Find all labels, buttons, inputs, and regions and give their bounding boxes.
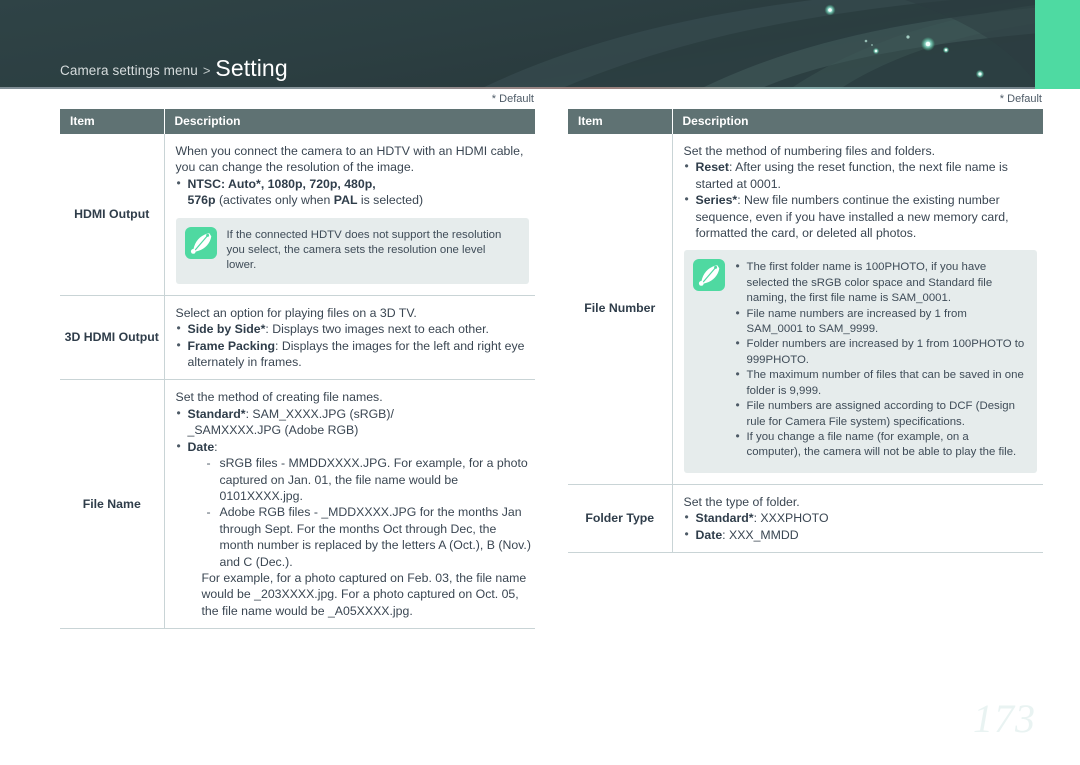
table-header-row: Item Description: [568, 109, 1043, 134]
lead-text: Set the type of folder.: [683, 494, 800, 509]
list-item: File numbers are assigned according to D…: [735, 398, 1027, 430]
option-label-576p: 576p: [187, 193, 216, 208]
lead-text: When you connect the camera to an HDTV w…: [175, 144, 524, 175]
row-description-file-name: Set the method of creating file names. S…: [164, 379, 535, 630]
option-label-date: Date: [187, 439, 215, 454]
row-description-3d-hdmi-output: Select an option for playing files on a …: [164, 295, 535, 381]
row-item-file-number: File Number: [568, 134, 673, 485]
right-column: * Default Item Description File Number S…: [568, 89, 1043, 553]
column-header-description: Description: [164, 109, 535, 134]
row-item-3d-hdmi-output: 3D HDMI Output: [60, 295, 165, 381]
note-box-hdmi: If the connected HDTV does not support t…: [175, 217, 529, 284]
banner-green-panel: [1035, 0, 1080, 89]
option-list: Side by Side*: Displays two images next …: [176, 320, 532, 371]
table-row: HDMI Output When you connect the camera …: [60, 134, 535, 296]
default-note-right: * Default: [999, 93, 1042, 105]
row-description-file-number: Set the method of numbering files and fo…: [672, 134, 1043, 485]
option-label-standard: Standard*: [695, 511, 754, 526]
option-text-standard: : XXXPHOTO: [753, 511, 829, 526]
row-description-hdmi-output: When you connect the camera to an HDTV w…: [164, 134, 535, 296]
list-item: The maximum number of files that can be …: [735, 367, 1027, 399]
option-label-reset: Reset: [695, 160, 730, 175]
sub-option-adobe-rgb-continued: For example, for a photo captured on Feb…: [201, 570, 527, 618]
column-header-item: Item: [568, 109, 673, 134]
list-item: Adobe RGB files - _MDDXXXX.JPG for the m…: [206, 504, 532, 570]
list-item: Series*: New file numbers continue the e…: [684, 191, 1040, 241]
option-label-series: Series*: [695, 193, 738, 208]
option-text-date: : XXX_MMDD: [722, 527, 799, 542]
lead-text: Set the method of creating file names.: [175, 390, 383, 405]
lead-text: Select an option for playing files on a …: [175, 305, 417, 320]
quill-icon-glyph: [698, 265, 719, 287]
list-item: Date: XXX_MMDD: [684, 526, 1040, 543]
option-values-ntsc: , 1080p, 720p, 480p,: [260, 176, 376, 191]
default-note-left: * Default: [491, 93, 534, 105]
column-header-description: Description: [672, 109, 1043, 134]
list-item: Standard*: XXXPHOTO: [684, 509, 1040, 526]
option-label-ntsc: NTSC: Auto*: [187, 176, 261, 191]
option-label-pal: PAL: [333, 193, 358, 208]
option-list: Reset: After using the reset function, t…: [684, 158, 1040, 241]
option-list: Standard*: SAM_XXXX.JPG (sRGB)/ _SAMXXXX…: [176, 405, 532, 619]
page-number: 173: [973, 696, 1036, 741]
column-header-item: Item: [60, 109, 165, 134]
breadcrumb-path: Camera settings menu: [60, 63, 198, 78]
breadcrumb: Camera settings menu > Setting: [60, 54, 288, 81]
quill-icon: [692, 259, 725, 292]
list-item: If you change a file name (for example, …: [735, 429, 1027, 461]
option-text-576p-mid: (activates only when: [215, 193, 334, 208]
page-body: * Default Item Description HDMI Output W…: [0, 89, 1080, 765]
list-item: Date: sRGB files - MMDDXXXX.JPG. For exa…: [176, 438, 532, 619]
option-text-standard-line2: _SAMXXXX.JPG (Adobe RGB): [187, 423, 359, 438]
option-text-side-by-side: : Displays two images next to each other…: [265, 322, 489, 337]
list-item: NTSC: Auto*, 1080p, 720p, 480p, 576p (ac…: [176, 175, 532, 209]
list-item: Reset: After using the reset function, t…: [684, 158, 1040, 192]
page-title: Setting: [215, 55, 288, 81]
row-description-folder-type: Set the type of folder. Standard*: XXXPH…: [672, 484, 1043, 553]
row-item-folder-type: Folder Type: [568, 484, 673, 553]
table-header-row: Item Description: [60, 109, 535, 134]
quill-icon: [184, 226, 217, 259]
list-item: The first folder name is 100PHOTO, if yo…: [735, 259, 1027, 306]
table-row: File Number Set the method of numbering …: [568, 134, 1043, 485]
table-row: File Name Set the method of creating fil…: [60, 379, 535, 630]
page-banner: Camera settings menu > Setting: [0, 0, 1080, 89]
list-item: Standard*: SAM_XXXX.JPG (sRGB)/ _SAMXXXX…: [176, 405, 532, 439]
option-text-standard: : SAM_XXXX.JPG (sRGB)/: [245, 406, 394, 421]
breadcrumb-separator: >: [202, 63, 211, 78]
row-item-hdmi-output: HDMI Output: [60, 134, 165, 296]
table-row: 3D HDMI Output Select an option for play…: [60, 295, 535, 381]
option-label-date: Date: [695, 527, 723, 542]
sub-option-srgb: sRGB files - MMDDXXXX.JPG. For example, …: [219, 456, 528, 503]
option-list: NTSC: Auto*, 1080p, 720p, 480p, 576p (ac…: [176, 175, 532, 209]
settings-table-left: Item Description HDMI Output When you co…: [60, 109, 535, 630]
option-text-576p-end: is selected): [357, 193, 424, 208]
option-text-reset: : After using the reset function, the ne…: [695, 160, 1008, 191]
option-label-side-by-side: Side by Side*: [187, 322, 266, 337]
note-list: The first folder name is 100PHOTO, if yo…: [735, 259, 1027, 461]
table-row: Folder Type Set the type of folder. Stan…: [568, 484, 1043, 553]
sub-option-adobe-rgb: Adobe RGB files - _MDDXXXX.JPG for the m…: [219, 505, 531, 569]
list-item: sRGB files - MMDDXXXX.JPG. For example, …: [206, 455, 532, 504]
note-text-file-number: The first folder name is 100PHOTO, if yo…: [735, 259, 1027, 460]
quill-icon-glyph: [190, 232, 211, 254]
option-list: Standard*: XXXPHOTO Date: XXX_MMDD: [684, 509, 1040, 543]
note-text-hdmi: If the connected HDTV does not support t…: [226, 228, 502, 272]
note-box-file-number: The first folder name is 100PHOTO, if yo…: [683, 250, 1037, 473]
lead-text: Set the method of numbering files and fo…: [683, 144, 936, 158]
settings-table-right: Item Description File Number Set the met…: [568, 109, 1043, 553]
row-item-file-name: File Name: [60, 379, 165, 630]
list-item: Folder numbers are increased by 1 from 1…: [735, 336, 1027, 368]
option-text-date-colon: :: [214, 439, 218, 454]
option-text-series: : New file numbers continue the existing…: [695, 193, 1009, 241]
option-label-frame-packing: Frame Packing: [187, 338, 275, 353]
list-item: Side by Side*: Displays two images next …: [176, 320, 532, 337]
list-item: File name numbers are increased by 1 fro…: [735, 306, 1027, 338]
left-column: * Default Item Description HDMI Output W…: [60, 89, 535, 630]
list-item: Frame Packing: Displays the images for t…: [176, 337, 532, 371]
option-label-standard: Standard*: [187, 406, 246, 421]
sub-option-list: sRGB files - MMDDXXXX.JPG. For example, …: [188, 455, 532, 570]
